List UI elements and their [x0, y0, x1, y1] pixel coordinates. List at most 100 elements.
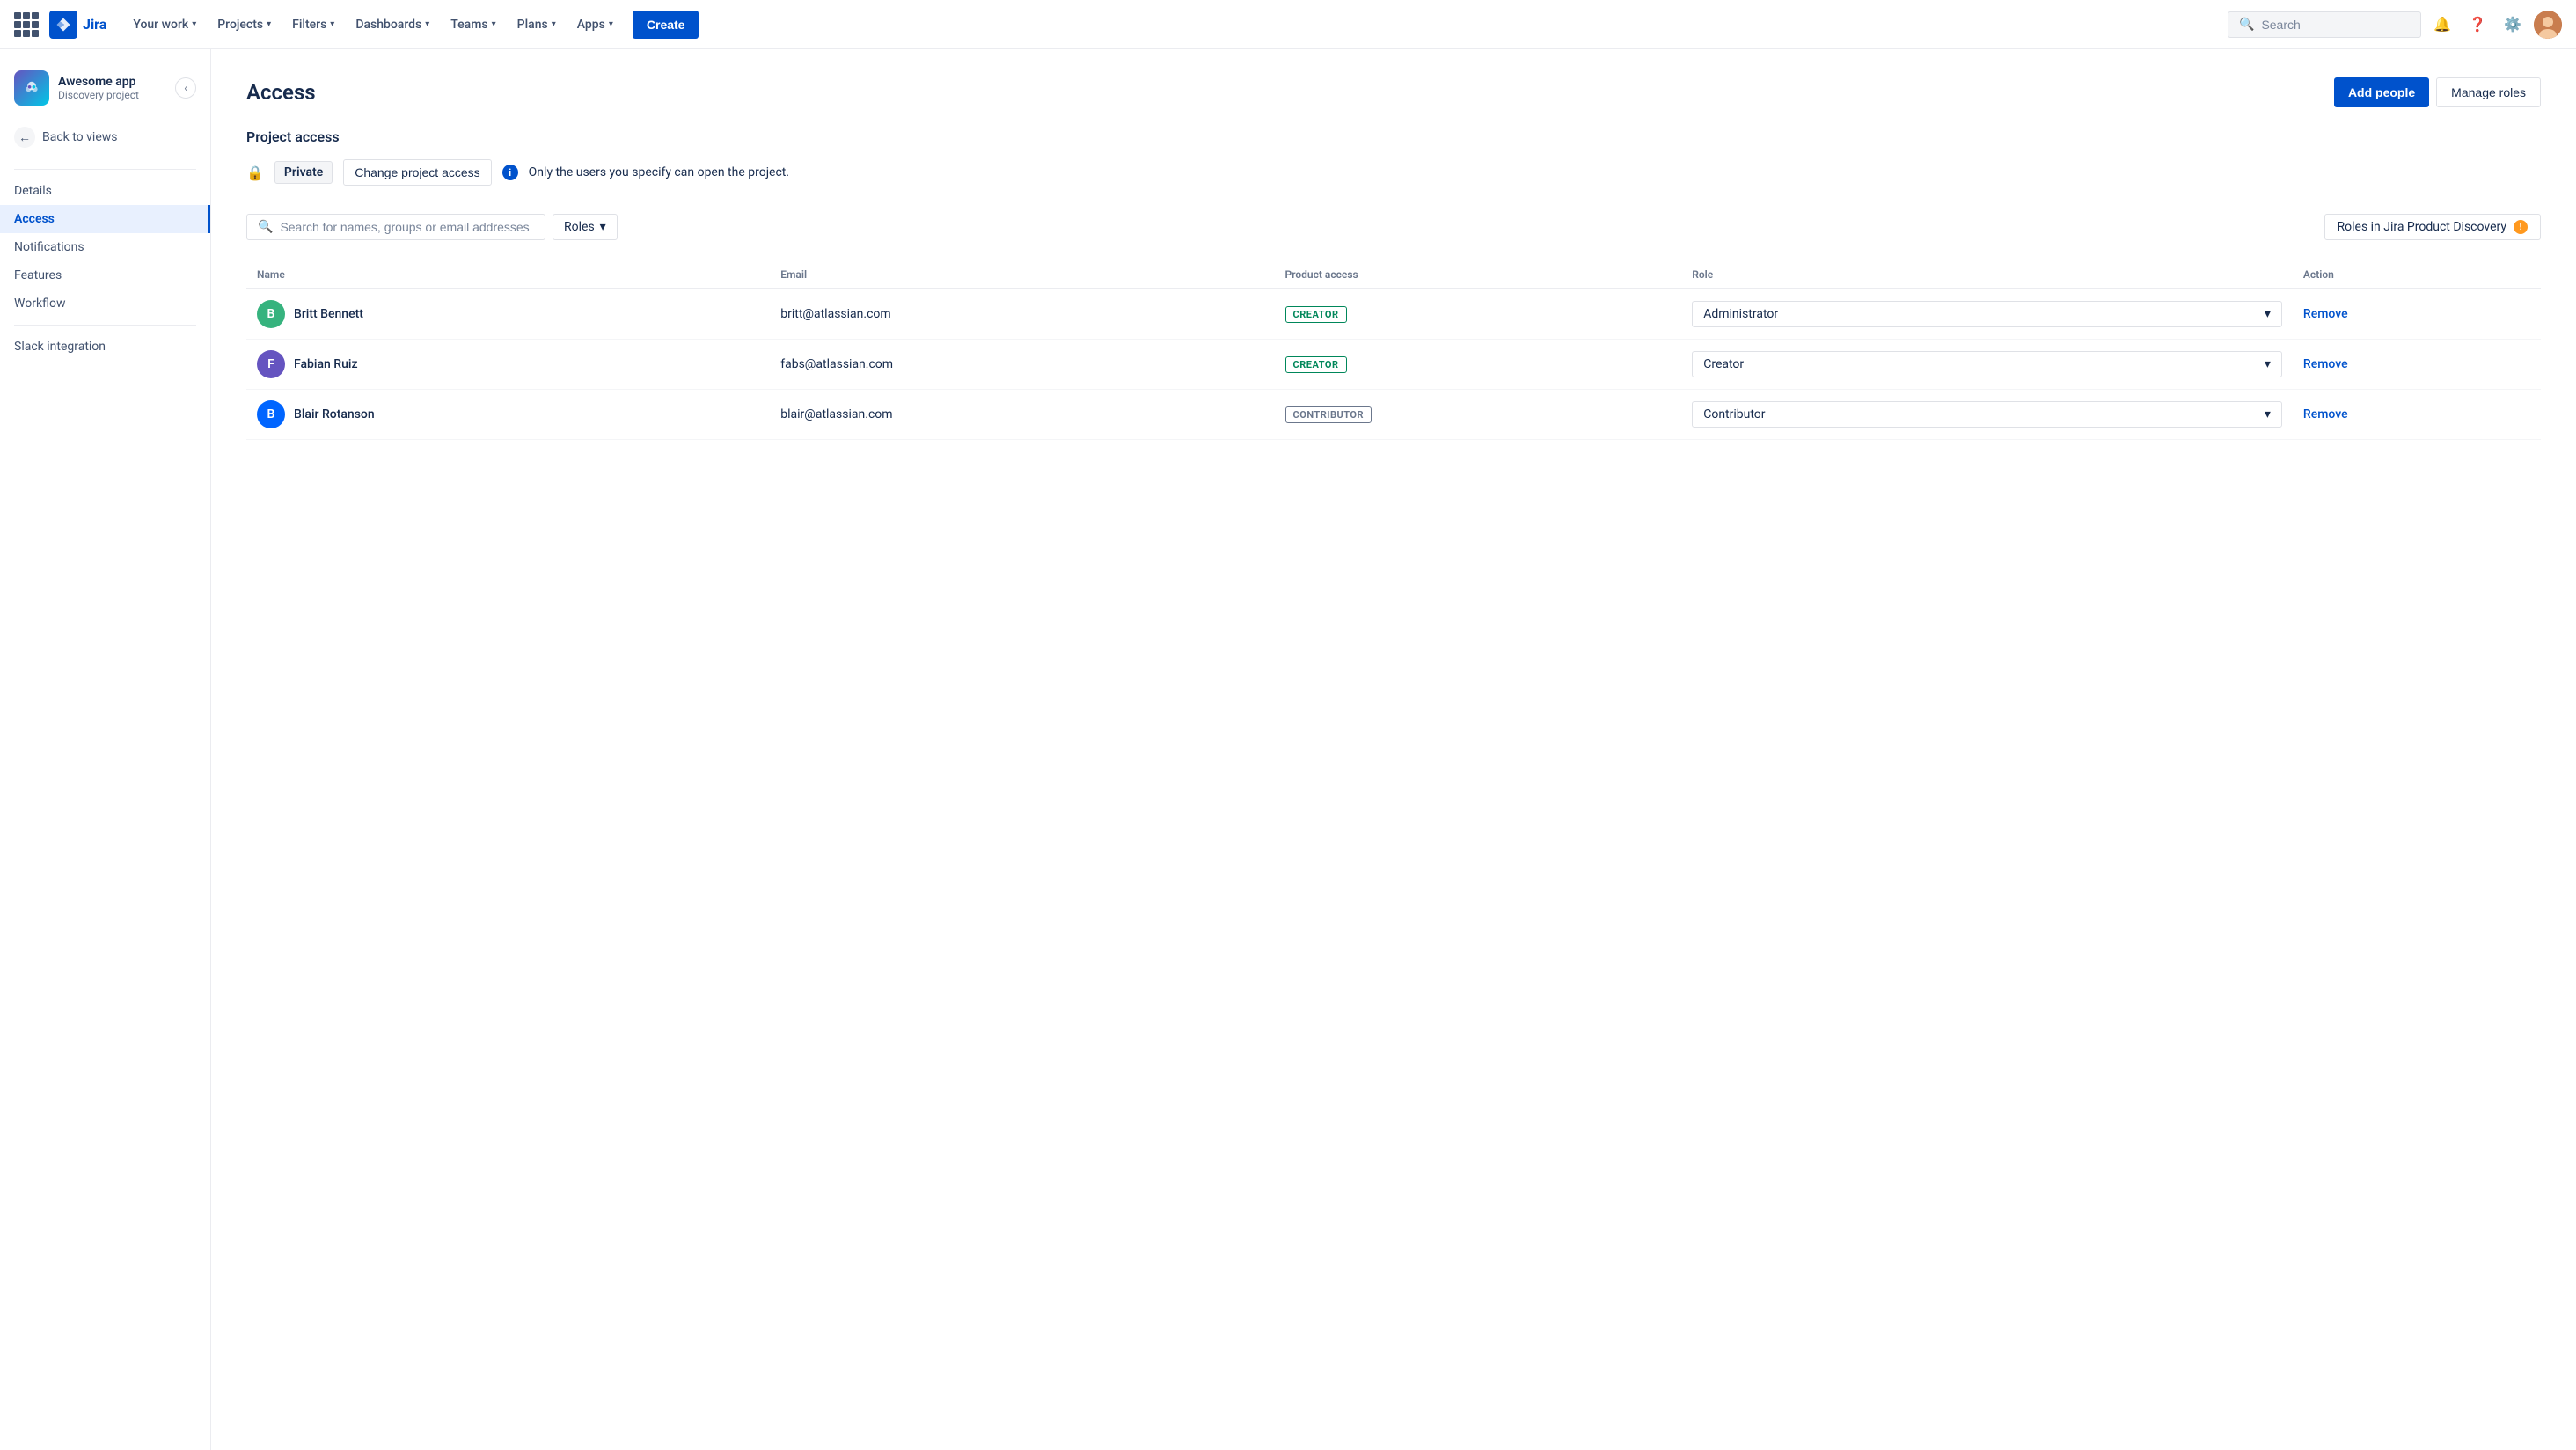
table-header-row: Name Email Product access Role Action — [246, 261, 2541, 289]
chevron-down-icon: ▾ — [2265, 407, 2271, 421]
chevron-down-icon: ▾ — [2265, 357, 2271, 371]
search-icon: 🔍 — [2239, 18, 2254, 32]
grid-icon — [14, 12, 39, 37]
nav-teams[interactable]: Teams ▾ — [442, 12, 504, 37]
info-icon: i — [502, 165, 518, 180]
chevron-down-icon: ▾ — [425, 19, 429, 29]
sidebar-item-notifications[interactable]: Notifications — [0, 233, 210, 261]
jira-logo-icon — [49, 11, 77, 39]
section-title: Project access — [246, 128, 2541, 145]
jira-logo[interactable]: Jira — [49, 11, 106, 39]
person-name: Fabian Ruiz — [294, 357, 358, 371]
nav-apps[interactable]: Apps ▾ — [568, 12, 622, 37]
private-badge: Private — [274, 161, 333, 184]
role-label: Creator — [1703, 357, 1744, 371]
page-header: Access Add people Manage roles — [246, 77, 2541, 107]
remove-button[interactable]: Remove — [2303, 407, 2348, 421]
sidebar-divider — [14, 169, 196, 170]
header-actions: Add people Manage roles — [2334, 77, 2541, 107]
nav-filters[interactable]: Filters ▾ — [283, 12, 343, 37]
search-box[interactable]: 🔍 — [2228, 11, 2421, 38]
nav-plans[interactable]: Plans ▾ — [509, 12, 565, 37]
chevron-down-icon: ▾ — [330, 19, 334, 29]
help-button[interactable]: ❓ — [2463, 11, 2492, 39]
person-name: Britt Bennett — [294, 307, 363, 321]
sidebar-item-slack[interactable]: Slack integration — [0, 333, 210, 361]
sidebar-header: Awesome app Discovery project ‹ — [0, 63, 210, 120]
filter-row: 🔍 Roles ▾ Roles in Jira Product Discover… — [246, 214, 2541, 240]
user-avatar[interactable] — [2534, 11, 2562, 39]
app-icon — [14, 70, 49, 106]
manage-roles-button[interactable]: Manage roles — [2436, 77, 2541, 107]
notifications-button[interactable]: 🔔 — [2428, 11, 2456, 39]
remove-button[interactable]: Remove — [2303, 307, 2348, 321]
sidebar-app-info: Awesome app Discovery project — [58, 75, 166, 101]
chevron-down-icon: ▾ — [600, 220, 606, 234]
sidebar-item-access[interactable]: Access — [0, 205, 210, 233]
jira-product-discovery-icon: ! — [2514, 220, 2528, 234]
col-email: Email — [770, 261, 1274, 289]
person-email: britt@atlassian.com — [780, 307, 890, 321]
role-label: Administrator — [1703, 307, 1778, 321]
chevron-down-icon: ▾ — [492, 19, 496, 29]
sidebar-item-features[interactable]: Features — [0, 261, 210, 289]
role-select[interactable]: Administrator ▾ — [1692, 301, 2282, 327]
person-cell: B Blair Rotanson — [257, 400, 759, 428]
settings-button[interactable]: ⚙️ — [2499, 11, 2527, 39]
people-search-input[interactable] — [280, 220, 534, 234]
nav-projects[interactable]: Projects ▾ — [209, 12, 280, 37]
app-grid-button[interactable] — [14, 12, 39, 37]
table-row: F Fabian Ruiz fabs@atlassian.com CREATOR… — [246, 340, 2541, 390]
add-people-button[interactable]: Add people — [2334, 77, 2429, 107]
person-avatar: B — [257, 400, 285, 428]
access-description: Only the users you specify can open the … — [529, 165, 789, 179]
sidebar-item-workflow[interactable]: Workflow — [0, 289, 210, 318]
product-access-badge: CREATOR — [1285, 356, 1347, 373]
topnav-right: 🔍 🔔 ❓ ⚙️ — [2228, 11, 2562, 39]
person-name: Blair Rotanson — [294, 407, 375, 421]
sidebar: Awesome app Discovery project ‹ ← Back t… — [0, 49, 211, 1450]
table-row: B Blair Rotanson blair@atlassian.com CON… — [246, 390, 2541, 440]
people-search-box[interactable]: 🔍 — [246, 214, 545, 240]
nav-your-work[interactable]: Your work ▾ — [124, 12, 205, 37]
create-button[interactable]: Create — [633, 11, 699, 39]
filter-left: 🔍 Roles ▾ — [246, 214, 618, 240]
remove-button[interactable]: Remove — [2303, 357, 2348, 371]
roles-info-button[interactable]: Roles in Jira Product Discovery ! — [2324, 214, 2542, 240]
col-name: Name — [246, 261, 770, 289]
back-to-views-button[interactable]: ← Back to views — [0, 120, 210, 155]
search-input[interactable] — [2261, 18, 2410, 32]
access-row: 🔒 Private Change project access i Only t… — [246, 159, 2541, 186]
roles-dropdown[interactable]: Roles ▾ — [553, 214, 618, 240]
role-label: Contributor — [1703, 407, 1765, 421]
person-avatar: F — [257, 350, 285, 378]
change-project-access-button[interactable]: Change project access — [343, 159, 491, 186]
person-cell: F Fabian Ruiz — [257, 350, 759, 378]
nav-dashboards[interactable]: Dashboards ▾ — [347, 12, 438, 37]
chevron-down-icon: ▾ — [192, 19, 196, 29]
chevron-down-icon: ▾ — [2265, 307, 2271, 321]
col-action: Action — [2293, 261, 2541, 289]
col-role: Role — [1681, 261, 2293, 289]
person-avatar: B — [257, 300, 285, 328]
product-access-badge: CONTRIBUTOR — [1285, 406, 1372, 423]
person-cell: B Britt Bennett — [257, 300, 759, 328]
sidebar-collapse-button[interactable]: ‹ — [175, 77, 196, 99]
sidebar-item-details[interactable]: Details — [0, 177, 210, 205]
top-navigation: Jira Your work ▾ Projects ▾ Filters ▾ Da… — [0, 0, 2576, 49]
main-content: Access Add people Manage roles Project a… — [211, 49, 2576, 1450]
main-layout: Awesome app Discovery project ‹ ← Back t… — [0, 49, 2576, 1450]
jira-logo-text: Jira — [83, 16, 106, 33]
sidebar-app-name: Awesome app — [58, 75, 166, 89]
product-access-badge: CREATOR — [1285, 306, 1347, 323]
sidebar-divider-2 — [14, 325, 196, 326]
role-select[interactable]: Contributor ▾ — [1692, 401, 2282, 428]
chevron-down-icon: ▾ — [609, 19, 613, 29]
back-icon: ← — [14, 127, 35, 148]
col-product-access: Product access — [1275, 261, 1682, 289]
chevron-down-icon: ▾ — [267, 19, 271, 29]
role-select[interactable]: Creator ▾ — [1692, 351, 2282, 377]
chevron-down-icon: ▾ — [552, 19, 556, 29]
sidebar-app-sub: Discovery project — [58, 89, 166, 101]
person-email: fabs@atlassian.com — [780, 357, 893, 371]
